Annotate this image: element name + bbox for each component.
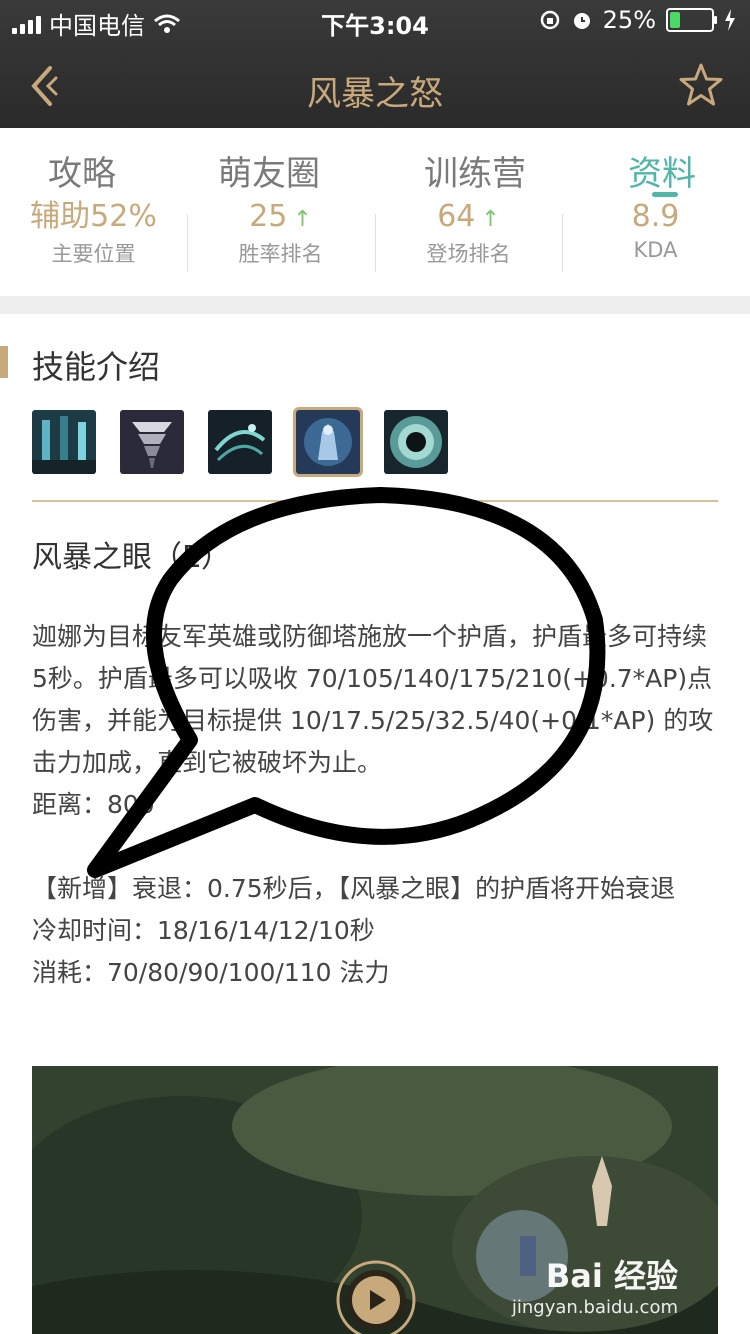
battery-icon — [666, 8, 717, 32]
section-title: 技能介绍 — [32, 348, 161, 386]
watermark-url: jingyan.baidu.com — [511, 1297, 678, 1318]
skill-cooldown: 冷却时间：18/16/14/12/10秒 — [32, 916, 375, 945]
stats-row: 辅助52% 主要位置 25 ↑ 胜率排名 64 ↑ 登场排名 8.9 KDA — [0, 202, 750, 296]
tab-data[interactable]: 资料 — [628, 146, 696, 195]
stat-winrate-rank: 25 ↑ 胜率排名 — [187, 202, 374, 268]
skill-description: 迦娜为目标友军英雄或防御塔施放一个护盾，护盾最多可持续 5秒。护盾最多可以吸收 … — [32, 616, 722, 994]
tab-training[interactable]: 训练营 — [424, 146, 526, 195]
status-bar: 中国电信 下午3:04 25% — [0, 0, 750, 40]
alarm-icon — [573, 13, 590, 29]
stat-kda: 8.9 KDA — [562, 202, 749, 263]
page-title: 风暴之怒 — [307, 74, 443, 114]
skill-name: 风暴之眼（E） — [32, 540, 231, 575]
charging-icon — [725, 9, 735, 31]
tornado-skill-icon[interactable] — [120, 410, 184, 474]
up-arrow-icon: ↑ — [293, 207, 312, 232]
play-button[interactable] — [336, 1260, 416, 1334]
battery-percent: 25% — [602, 6, 656, 34]
eye-of-storm-skill-icon[interactable] — [296, 410, 360, 474]
tab-community[interactable]: 萌友圈 — [218, 146, 320, 195]
skill-new-note: 【新增】衰退：0.75秒后，【风暴之眼】的护盾将开始衰退 — [32, 874, 676, 903]
skill-video[interactable]: Bai 经验 jingyan.baidu.com — [32, 1066, 718, 1334]
favorite-star-icon[interactable] — [678, 62, 724, 108]
gold-divider — [32, 500, 718, 502]
section-accent-bar — [0, 346, 8, 378]
nav-bar: 风暴之怒 — [0, 44, 750, 128]
stat-value: 64 — [437, 199, 476, 234]
stat-value: 25 — [249, 199, 288, 234]
zephyr-skill-icon[interactable] — [208, 410, 272, 474]
tab-guide[interactable]: 攻略 — [48, 146, 116, 195]
monsoon-skill-icon[interactable] — [384, 410, 448, 474]
skill-desc-text: 迦娜为目标友军英雄或防御塔施放一个护盾，护盾最多可持续 5秒。护盾最多可以吸收 … — [32, 622, 714, 777]
section-gap — [0, 296, 750, 314]
stat-value: 辅助52% — [30, 199, 157, 234]
watermark-main: Bai 经验 — [545, 1257, 678, 1295]
stat-label: 登场排名 — [426, 242, 511, 266]
tab-bar: 攻略 萌友圈 训练营 资料 — [0, 128, 750, 209]
active-tab-indicator — [652, 192, 678, 197]
stat-value: 8.9 — [631, 199, 680, 234]
stat-label: 主要位置 — [51, 242, 136, 266]
skill-cost: 消耗：70/80/90/100/110 法力 — [32, 958, 390, 987]
stat-pick-rank: 64 ↑ 登场排名 — [375, 202, 562, 268]
up-arrow-icon: ↑ — [481, 207, 500, 232]
stat-label: KDA — [633, 238, 678, 262]
passive-skill-icon[interactable] — [32, 410, 96, 474]
skill-range: 距离：800 — [32, 790, 155, 819]
baidu-watermark: Bai 经验 jingyan.baidu.com — [512, 1251, 678, 1318]
app-header: 中国电信 下午3:04 25% 风暴之怒 — [0, 0, 750, 128]
rotation-lock-icon — [540, 10, 559, 30]
stat-label: 胜率排名 — [238, 242, 323, 266]
stat-main-position: 辅助52% 主要位置 — [0, 202, 187, 268]
